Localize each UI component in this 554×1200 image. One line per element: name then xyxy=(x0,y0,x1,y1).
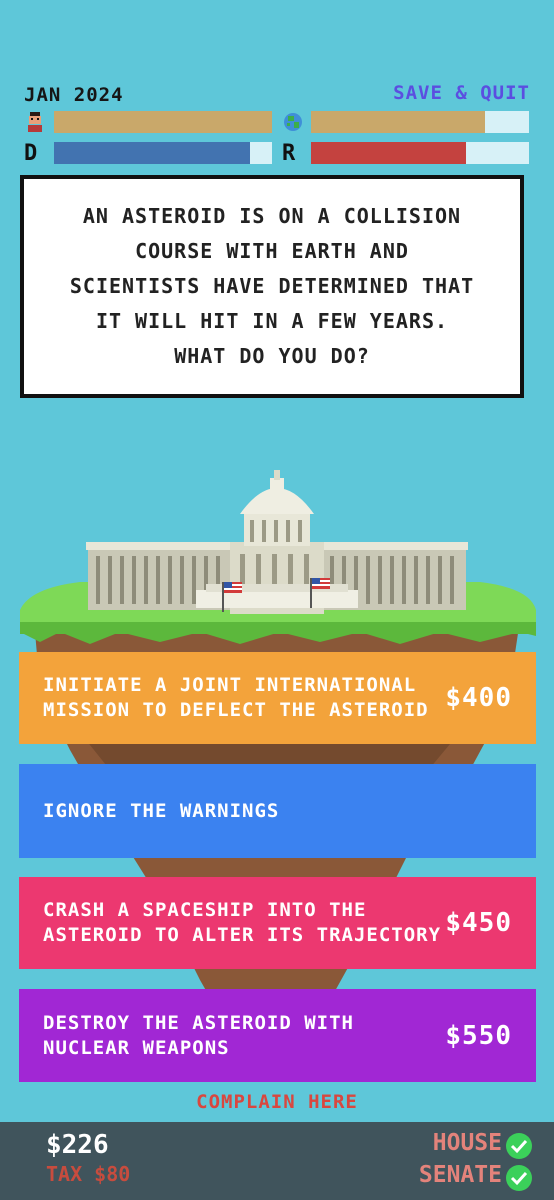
choice-text: Destroy the asteroid with nuclear weapon… xyxy=(43,1011,354,1059)
choice-option-3[interactable]: Crash a spaceship into the asteroid to a… xyxy=(19,877,536,969)
complain-link[interactable]: COMPLAIN HERE xyxy=(0,1091,554,1113)
check-icon xyxy=(506,1165,532,1191)
earth-meter-fill xyxy=(311,111,486,133)
choice-option-1[interactable]: Initiate a joint international mission t… xyxy=(19,652,536,744)
choice-price: $450 xyxy=(445,908,512,938)
choice-option-4[interactable]: Destroy the asteroid with nuclear weapon… xyxy=(19,989,536,1082)
choice-text: Crash a spaceship into the asteroid to a… xyxy=(43,899,442,946)
senate-status-label: SENATE xyxy=(418,1162,502,1188)
republicans-meter xyxy=(311,142,529,164)
check-icon xyxy=(506,1133,532,1159)
choice-option-2[interactable]: Ignore the warnings xyxy=(19,764,536,858)
democrats-label: D xyxy=(24,141,38,166)
republicans-label: R xyxy=(282,141,296,166)
globe-icon xyxy=(284,113,302,131)
status-footer: $226 TAX $80 HOUSE SENATE xyxy=(0,1122,554,1200)
question-text: An asteroid is on a collision course wit… xyxy=(69,204,475,368)
question-card: An asteroid is on a collision course wit… xyxy=(20,175,524,398)
choice-price: $550 xyxy=(445,1020,512,1051)
tax-amount: TAX $80 xyxy=(46,1162,131,1186)
choice-text: Initiate a joint international mission t… xyxy=(43,674,429,721)
save-quit-button[interactable]: SAVE & QUIT xyxy=(393,82,530,104)
choice-text: Ignore the warnings xyxy=(43,799,280,822)
person-icon xyxy=(28,112,42,132)
earth-meter xyxy=(311,111,529,133)
democrats-meter xyxy=(54,142,272,164)
republicans-meter-fill xyxy=(311,142,466,164)
people-meter xyxy=(54,111,272,133)
democrats-meter-fill xyxy=(54,142,251,164)
date-label: JAN 2024 xyxy=(24,84,124,106)
choice-price: $400 xyxy=(445,683,512,713)
money-balance: $226 xyxy=(46,1130,109,1160)
house-status-label: HOUSE xyxy=(432,1130,502,1156)
people-meter-fill xyxy=(54,111,272,133)
